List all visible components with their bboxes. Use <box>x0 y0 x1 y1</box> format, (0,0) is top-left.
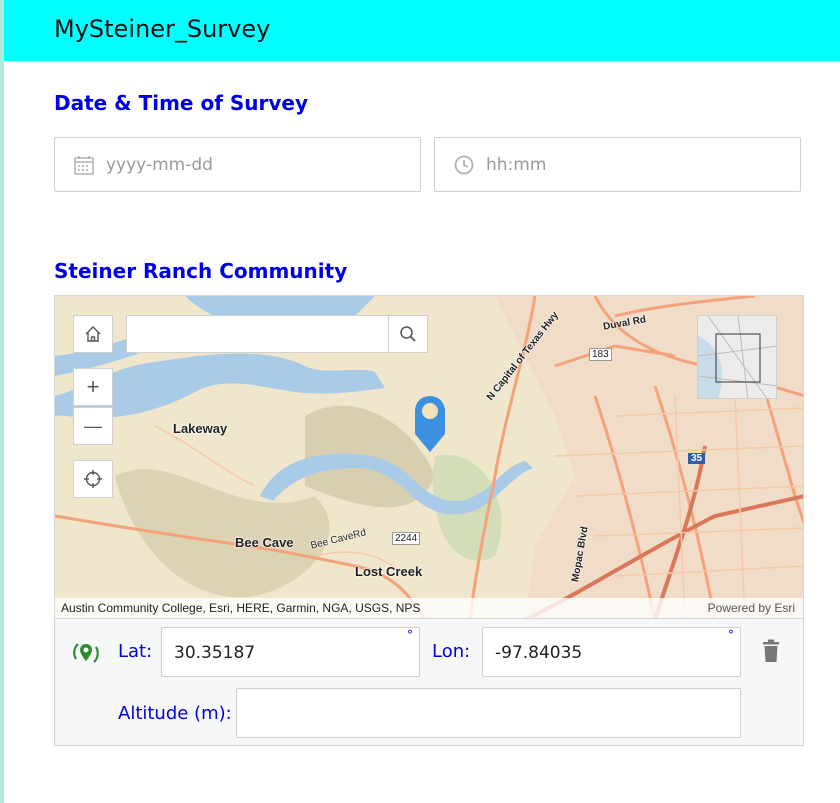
date-placeholder: yyyy-mm-dd <box>106 155 213 175</box>
location-pin-icon <box>415 396 445 452</box>
lat-value: 30.35187 <box>174 643 256 663</box>
map-label-bee-cave: Bee Cave <box>235 535 294 550</box>
lat-input[interactable]: 30.35187 ° <box>161 627 420 677</box>
left-edge-strip <box>0 0 4 803</box>
map-overview[interactable] <box>697 315 777 399</box>
community-section-title: Steiner Ranch Community <box>54 259 348 283</box>
coordinates-panel: Lat: 30.35187 ° Lon: -97.84035 ° Altitud… <box>54 619 804 746</box>
map-label-lakeway: Lakeway <box>173 421 228 436</box>
date-field[interactable]: yyyy-mm-dd <box>54 137 421 192</box>
app-header: MySteiner_Survey <box>4 0 840 61</box>
lat-degree-symbol: ° <box>407 628 413 642</box>
home-icon <box>85 326 101 342</box>
altitude-label: Altitude (m): <box>118 703 232 724</box>
lat-label: Lat: <box>118 641 153 662</box>
lon-degree-symbol: ° <box>728 628 734 642</box>
clock-icon <box>454 155 474 175</box>
map-search-button[interactable] <box>388 315 428 353</box>
powered-by[interactable]: Powered by Esri <box>708 601 795 615</box>
map-attribution: Austin Community College, Esri, HERE, Ga… <box>61 601 421 615</box>
map-label-lost-creek: Lost Creek <box>355 564 423 579</box>
map-view[interactable]: Lakeway Bee Cave Lost Creek Bee CaveRd 2… <box>54 295 804 619</box>
map-attribution-bar: Austin Community College, Esri, HERE, Ga… <box>55 598 803 618</box>
map-home-button[interactable] <box>73 315 113 353</box>
date-time-section-title: Date & Time of Survey <box>54 91 309 115</box>
lon-value: -97.84035 <box>495 643 583 663</box>
map-label-road-183: 183 <box>589 348 612 361</box>
powered-by-prefix: Powered by <box>707 601 775 615</box>
calendar-icon <box>74 156 94 175</box>
time-placeholder: hh:mm <box>486 155 547 175</box>
app-title: MySteiner_Survey <box>54 15 271 43</box>
altitude-input[interactable] <box>236 688 741 738</box>
map-label-road-35: 35 <box>688 453 706 464</box>
locate-button[interactable] <box>73 460 113 498</box>
zoom-out-button[interactable]: — <box>73 407 113 445</box>
zoom-in-button[interactable]: + <box>73 368 113 406</box>
overview-map-image <box>698 316 776 398</box>
time-field[interactable]: hh:mm <box>434 137 801 192</box>
locate-me-icon[interactable] <box>70 637 102 669</box>
lon-input[interactable]: -97.84035 ° <box>482 627 741 677</box>
trash-icon[interactable] <box>760 639 782 663</box>
lon-label: Lon: <box>432 641 471 662</box>
map-label-road-2244: 2244 <box>392 532 421 545</box>
esri-link[interactable]: Esri <box>774 601 795 615</box>
search-icon <box>400 326 416 342</box>
crosshair-icon <box>84 470 102 488</box>
map-search-input[interactable] <box>126 315 428 353</box>
